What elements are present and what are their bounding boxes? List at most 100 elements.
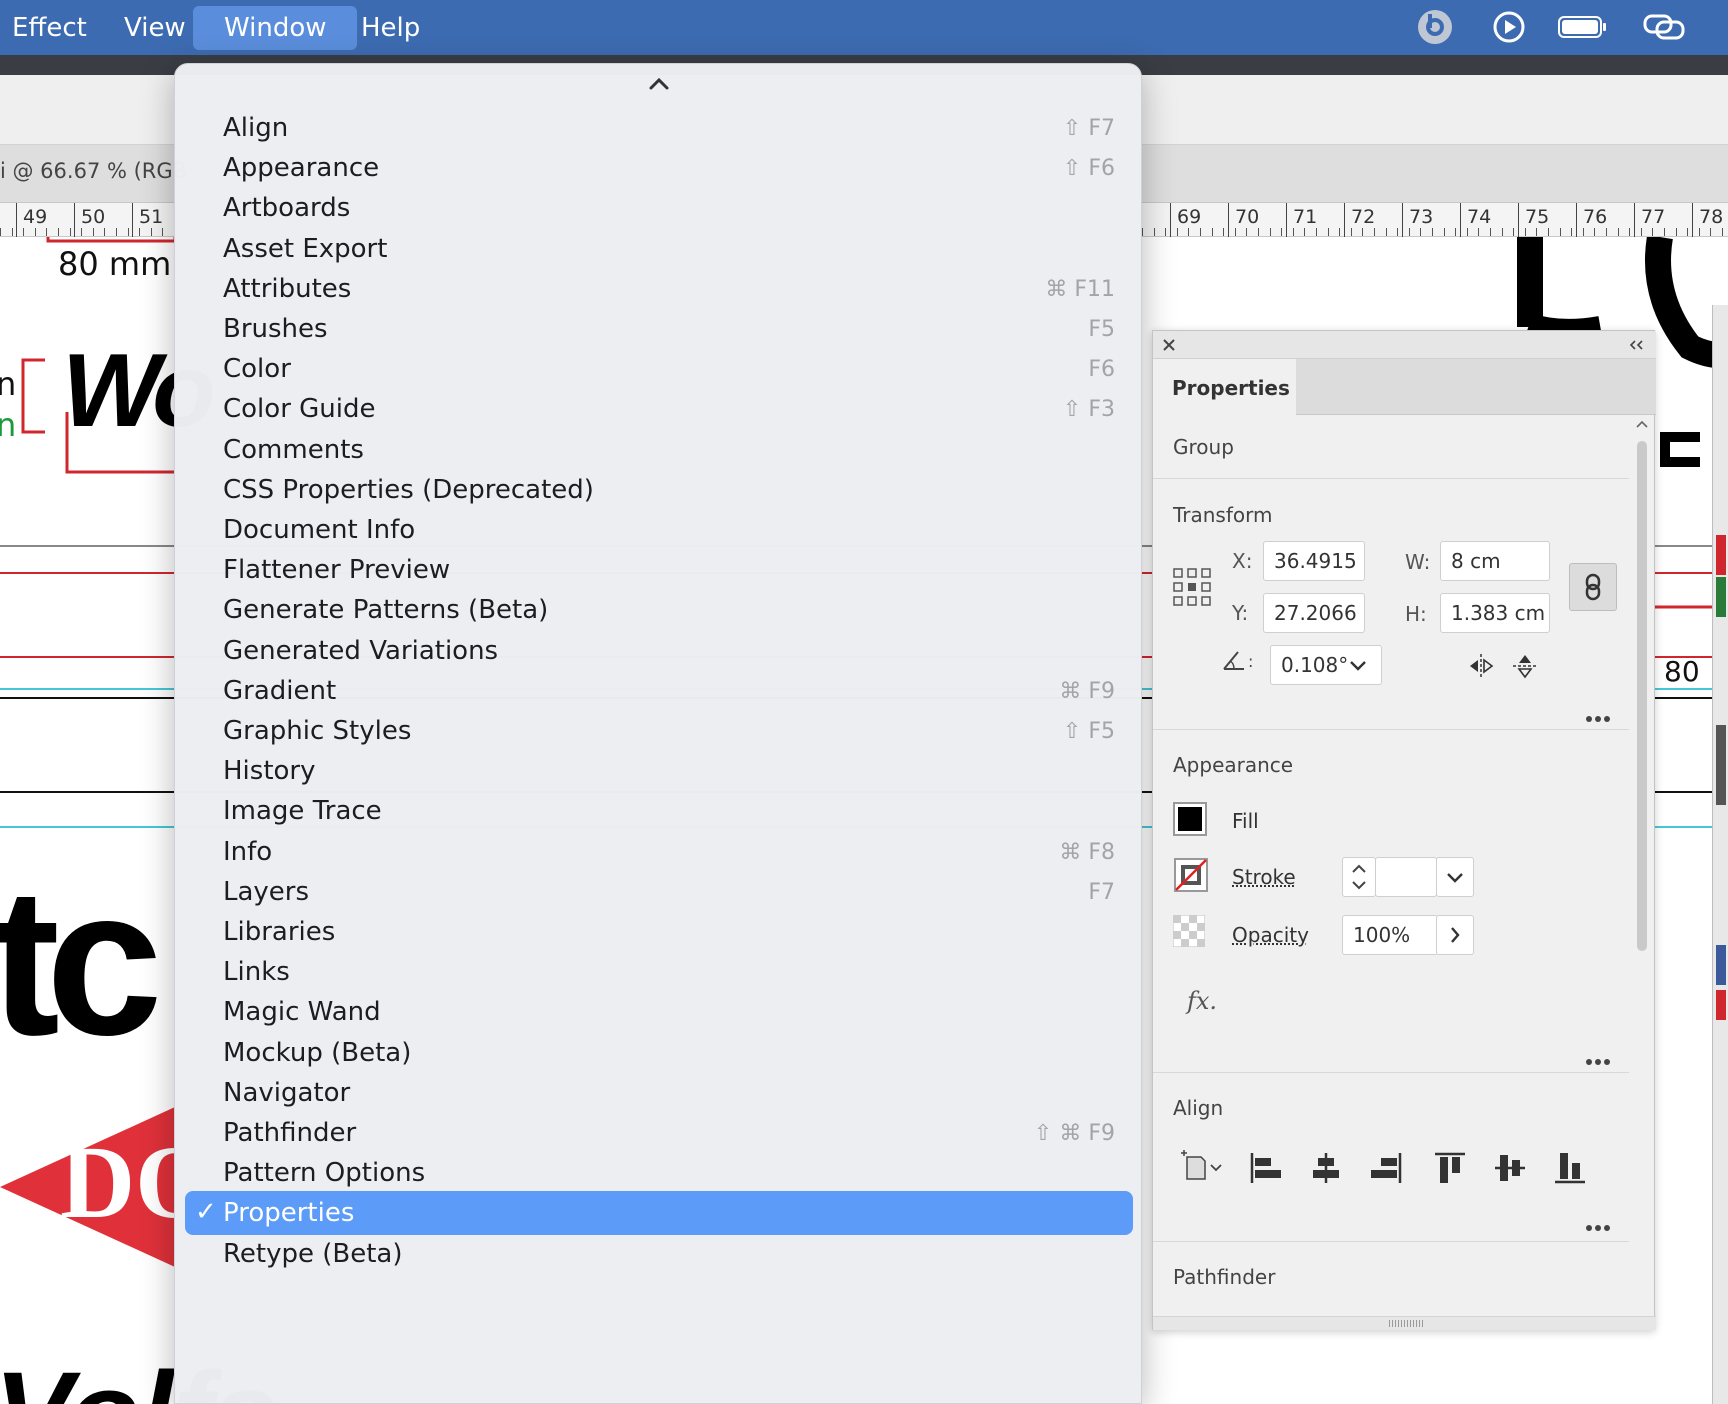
menu-view[interactable]: View (112, 6, 198, 50)
ruler-minor-tick (0, 228, 1, 236)
tab-properties[interactable]: Properties (1153, 359, 1296, 415)
ruler-minor-tick (1246, 228, 1247, 236)
menu-item-flattener-preview[interactable]: Flattener Preview (185, 548, 1133, 592)
menu-item-brushes[interactable]: Brushes F5 (185, 307, 1133, 351)
more-options-icon[interactable] (1586, 707, 1616, 722)
stroke-weight-stepper[interactable] (1342, 857, 1376, 897)
menu-item-libraries[interactable]: Libraries (185, 910, 1133, 954)
flip-vertical-icon[interactable] (1510, 651, 1540, 681)
fill-swatch[interactable] (1173, 802, 1207, 836)
svg-text:n: n (0, 365, 16, 403)
opacity-label[interactable]: Opacity (1232, 923, 1309, 947)
menu-item-properties[interactable]: ✓ Properties (185, 1191, 1133, 1235)
menu-item-color-guide[interactable]: Color Guide ⇧ F3 (185, 387, 1133, 431)
menu-item-css-properties-deprecated[interactable]: CSS Properties (Deprecated) (185, 468, 1133, 512)
ruler-minor-tick (1409, 228, 1410, 236)
align-left-icon[interactable] (1249, 1151, 1283, 1185)
menu-item-label: Image Trace (223, 796, 382, 826)
menu-item-magic-wand[interactable]: Magic Wand (185, 990, 1133, 1034)
menu-item-label: Flattener Preview (223, 555, 451, 585)
align-horizontal-center-icon[interactable] (1309, 1151, 1343, 1185)
ruler-minor-tick (1235, 228, 1236, 236)
battery-icon[interactable] (1557, 10, 1609, 44)
stroke-swatch[interactable] (1173, 857, 1209, 893)
menu-item-graphic-styles[interactable]: Graphic Styles ⇧ F5 (185, 709, 1133, 753)
menu-item-retype-beta[interactable]: Retype (Beta) (185, 1232, 1133, 1276)
scrollbar-thumb[interactable] (1637, 441, 1647, 951)
ruler-tick: 74 (1460, 203, 1491, 237)
menu-item-navigator[interactable]: Navigator (185, 1071, 1133, 1115)
h-field[interactable]: 1.383 cm (1440, 593, 1550, 633)
menu-item-layers[interactable]: Layers F7 (185, 870, 1133, 914)
menu-item-gradient[interactable]: Gradient ⌘ F9 (185, 669, 1133, 713)
opacity-expand-button[interactable] (1436, 915, 1474, 955)
align-to-dropdown-icon[interactable] (1179, 1149, 1225, 1183)
menu-item-links[interactable]: Links (185, 950, 1133, 994)
ruler-minor-tick (1571, 228, 1572, 236)
w-field[interactable]: 8 cm (1440, 541, 1550, 581)
stepper-arrows-icon (1352, 864, 1366, 890)
menu-item-pattern-options[interactable]: Pattern Options (185, 1151, 1133, 1195)
reference-point-icon[interactable] (1173, 568, 1211, 606)
menu-item-shortcut: ⌘ F8 (1059, 840, 1115, 865)
menu-item-generate-patterns-beta[interactable]: Generate Patterns (Beta) (185, 588, 1133, 632)
menu-item-history[interactable]: History (185, 749, 1133, 793)
menu-item-shortcut: F5 (1088, 317, 1115, 342)
menu-effect[interactable]: Effect (0, 6, 99, 50)
ruler-tick: 73 (1402, 203, 1433, 237)
menu-item-attributes[interactable]: Attributes ⌘ F11 (185, 267, 1133, 311)
stroke-weight-dropdown[interactable] (1436, 857, 1474, 897)
screen-mirroring-icon[interactable] (1641, 10, 1687, 44)
menu-item-comments[interactable]: Comments (185, 428, 1133, 472)
canvas-text-tc[interactable]: tc (0, 857, 163, 1067)
flip-horizontal-icon[interactable] (1466, 651, 1496, 681)
scroll-up-icon[interactable] (1633, 417, 1651, 431)
ruler-minor-tick (1165, 228, 1166, 236)
ruler-minor-tick (1594, 228, 1595, 236)
fx-button[interactable]: fx. (1187, 987, 1217, 1015)
panel-resize-grip[interactable] (1153, 1316, 1656, 1330)
collapse-icon[interactable] (1627, 339, 1645, 351)
opacity-field[interactable]: 100% (1342, 915, 1438, 955)
menu-item-appearance[interactable]: Appearance ⇧ F6 (185, 146, 1133, 190)
menu-item-image-trace[interactable]: Image Trace (185, 789, 1133, 833)
align-right-icon[interactable] (1369, 1151, 1403, 1185)
ruler-minor-tick (1641, 228, 1642, 236)
menu-item-color[interactable]: Color F6 (185, 347, 1133, 391)
align-vertical-center-icon[interactable] (1493, 1151, 1527, 1185)
menu-item-label: Generated Variations (223, 636, 499, 666)
menu-item-document-info[interactable]: Document Info (185, 508, 1133, 552)
menu-item-artboards[interactable]: Artboards (185, 186, 1133, 230)
opacity-checker-icon[interactable] (1173, 915, 1205, 947)
divider (1153, 1072, 1629, 1073)
panel-title-bar[interactable] (1153, 331, 1656, 359)
close-icon[interactable] (1161, 337, 1177, 353)
chevron-down-icon[interactable] (1345, 649, 1371, 683)
align-top-icon[interactable] (1433, 1151, 1467, 1185)
y-field[interactable]: 27.2066 cm (1263, 593, 1365, 633)
stroke-weight-field[interactable] (1375, 857, 1437, 897)
document-tab-label[interactable]: i @ 66.67 % (RGB (0, 159, 187, 183)
menu-help[interactable]: Help (349, 6, 432, 50)
ruler-minor-tick (128, 228, 129, 236)
ruler-minor-tick (58, 228, 59, 236)
menu-item-mockup-beta[interactable]: Mockup (Beta) (185, 1031, 1133, 1075)
menu-item-asset-export[interactable]: Asset Export (185, 227, 1133, 271)
beats-icon[interactable] (1415, 10, 1455, 44)
stroke-label[interactable]: Stroke (1232, 865, 1296, 889)
menu-item-pathfinder[interactable]: Pathfinder ⇧ ⌘ F9 (185, 1111, 1133, 1155)
align-bottom-icon[interactable] (1553, 1151, 1587, 1185)
ruler-minor-tick (1525, 228, 1526, 236)
menu-item-generated-variations[interactable]: Generated Variations (185, 629, 1133, 673)
more-options-icon[interactable] (1586, 1216, 1616, 1231)
more-options-icon[interactable] (1586, 1050, 1616, 1065)
chevron-up-icon[interactable] (645, 72, 673, 96)
ruler-minor-tick (104, 228, 105, 236)
x-field[interactable]: 36.4915 cm (1263, 541, 1365, 581)
transform-heading: Transform (1173, 503, 1273, 527)
constrain-proportions-button[interactable] (1569, 563, 1617, 611)
play-circle-icon[interactable] (1489, 10, 1529, 44)
menu-window[interactable]: Window (193, 6, 357, 50)
menu-item-info[interactable]: Info ⌘ F8 (185, 830, 1133, 874)
menu-item-align[interactable]: Align ⇧ F7 (185, 106, 1133, 150)
